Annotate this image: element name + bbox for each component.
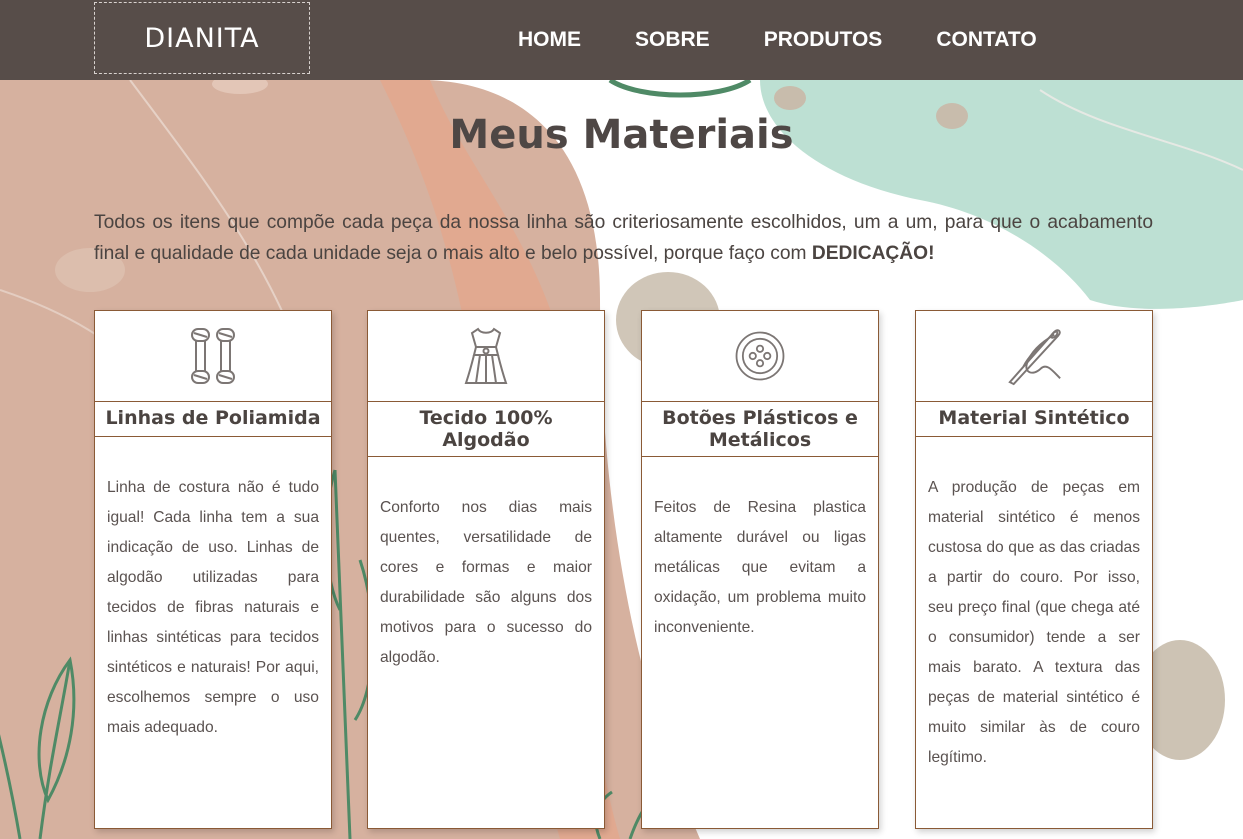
card-text: Feitos de Resina plastica altamente durá… — [654, 499, 866, 636]
nav-contato-link[interactable]: CONTATO — [936, 26, 1036, 54]
material-card-botoes: Botões Plásticos e Metálicos Feitos de R… — [641, 310, 879, 829]
card-title: Linhas de Poliamida — [95, 401, 331, 437]
nav-home-link[interactable]: HOME — [518, 26, 581, 54]
card-text: A produção de peças em material sintétic… — [928, 479, 1140, 766]
card-text: Linha de costura não é tudo igual! Cada … — [107, 479, 319, 736]
material-card-sintetico: Material Sintético A produção de peças e… — [915, 310, 1153, 829]
card-title: Botões Plásticos e Metálicos — [642, 401, 878, 457]
needle-thread-icon — [1008, 329, 1061, 386]
site-logo[interactable]: DIANITA — [94, 2, 310, 74]
card-title: Material Sintético — [916, 401, 1152, 437]
site-header: DIANITA HOME SOBRE PRODUTOS CONTATO — [0, 0, 1243, 80]
material-card-poliamida: Linhas de Poliamida Linha de costura não… — [94, 310, 332, 829]
main-nav: HOME SOBRE PRODUTOS CONTATO — [518, 26, 1037, 54]
button-icon — [735, 331, 785, 381]
card-title: Tecido 100% Algodão — [368, 401, 604, 457]
intro-text: Todos os itens que compõe cada peça da n… — [94, 212, 1153, 264]
card-text: Conforto nos dias mais quentes, versatil… — [380, 499, 592, 666]
intro-paragraph: Todos os itens que compõe cada peça da n… — [94, 207, 1153, 269]
nav-produtos-link[interactable]: PRODUTOS — [764, 26, 883, 54]
intro-emphasis: DEDICAÇÃO! — [811, 243, 935, 264]
yarn-spools-icon — [191, 328, 235, 384]
nav-sobre-link[interactable]: SOBRE — [635, 26, 710, 54]
dress-icon — [464, 327, 508, 384]
material-card-algodao: Tecido 100% Algodão Conforto nos dias ma… — [367, 310, 605, 829]
section-title: Meus Materiais — [449, 112, 794, 158]
